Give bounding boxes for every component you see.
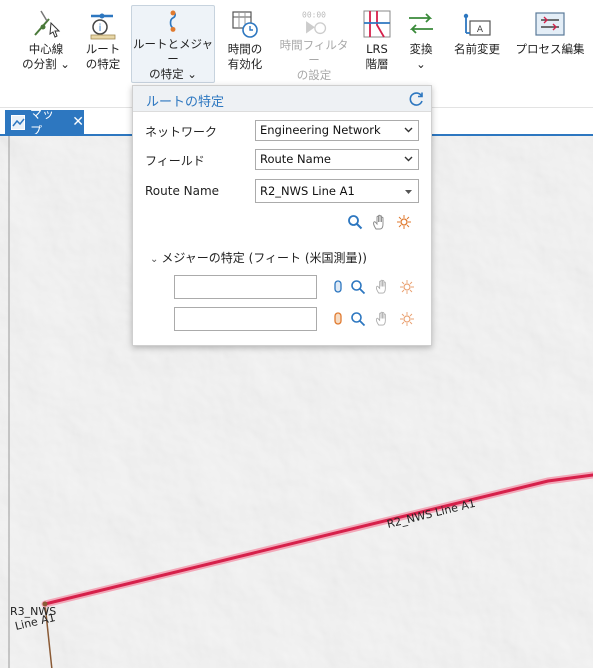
svg-text:i: i (99, 23, 102, 34)
measure-section-header[interactable]: ⌄ メジャーの特定 (フィート (米国測量)) (150, 249, 367, 266)
zoom-to-from-icon[interactable] (350, 279, 366, 295)
field-select-value: Route Name (260, 152, 331, 166)
time-filter-button[interactable]: 00:00 時間フィルター の設定 (276, 5, 352, 83)
route-name-value: R2_NWS Line A1 (260, 184, 355, 198)
enable-time-button[interactable]: 時間の 有効化 (221, 5, 269, 83)
flash-icon[interactable] (399, 279, 415, 295)
identify-route-measure-icon (169, 10, 176, 32)
map-icon (11, 114, 25, 130)
chevron-down-icon (404, 127, 413, 133)
identify-route-icon: i (90, 13, 116, 40)
zoom-to-route-icon[interactable] (347, 214, 363, 230)
network-select[interactable]: Engineering Network (255, 120, 419, 141)
identify-route-button[interactable]: i ルート の特定 (80, 5, 126, 83)
flash-icon[interactable] (396, 214, 412, 230)
lrs-hierarchy-icon (363, 10, 391, 38)
split-centerline-button[interactable]: 中心線 の分割 ⌄ (20, 5, 72, 83)
time-filter-label: 時間フィルター の設定 (279, 38, 349, 82)
convert-icon (409, 13, 433, 34)
to-point-pin-icon[interactable] (331, 311, 345, 327)
flash-icon[interactable] (399, 311, 415, 327)
zoom-to-to-icon[interactable] (350, 311, 366, 327)
dropdown-triangle-icon (405, 190, 412, 194)
process-edit-label: プロセス編集 (515, 42, 585, 56)
split-centerline-label: 中心線 の分割 ⌄ (22, 42, 70, 71)
route-name-label: Route Name (145, 184, 220, 198)
process-edit-button[interactable]: プロセス編集 (513, 5, 587, 83)
enable-time-label: 時間の 有効化 (227, 42, 263, 71)
field-select[interactable]: Route Name (255, 149, 419, 170)
svg-text:A: A (477, 25, 484, 35)
close-icon[interactable]: ✕ (72, 115, 84, 129)
field-label: フィールド (145, 154, 205, 168)
pan-hand-icon[interactable] (371, 213, 389, 231)
identify-route-label: ルート の特定 (85, 42, 121, 71)
lrs-hierarchy-button[interactable]: LRS 階層 (358, 5, 396, 83)
panel-title: ルートの特定 (146, 95, 225, 110)
pan-hand-icon[interactable] (374, 278, 391, 295)
rename-button[interactable]: A 名前変更 (448, 5, 506, 83)
process-edit-icon (535, 12, 565, 36)
rename-icon: A (463, 13, 491, 36)
split-centerline-icon (34, 10, 61, 38)
pan-hand-icon[interactable] (374, 310, 391, 327)
identify-route-measure-button[interactable]: ルートとメジャー の特定 ⌄ (131, 5, 215, 83)
rename-label: 名前変更 (454, 42, 500, 56)
refresh-icon[interactable] (407, 90, 425, 108)
time-filter-icon: 00:00 (302, 11, 326, 35)
map-tab[interactable]: マップ ✕ (5, 107, 84, 138)
svg-text:00:00: 00:00 (302, 11, 326, 20)
to-measure-input[interactable] (174, 307, 317, 331)
identify-route-measure-label: ルートとメジャー の特定 ⌄ (133, 37, 213, 81)
network-select-value: Engineering Network (260, 123, 381, 137)
convert-label: 変換 ⌄ (409, 42, 433, 71)
chevron-down-icon: ⌄ (150, 254, 159, 265)
convert-button[interactable]: 変換 ⌄ (402, 5, 440, 83)
network-label: ネットワーク (145, 125, 218, 139)
lrs-hierarchy-label: LRS 階層 (365, 42, 389, 71)
panel-header: ルートの特定 (133, 86, 431, 112)
identify-route-panel: ルートの特定 ネットワーク Engineering Network フィールド … (132, 85, 432, 346)
chevron-down-icon (404, 156, 413, 162)
from-measure-input[interactable] (174, 275, 317, 299)
route-name-combobox[interactable]: R2_NWS Line A1 (255, 179, 419, 203)
measure-section-title: メジャーの特定 (フィート (米国測量)) (161, 251, 367, 265)
enable-time-icon (232, 11, 258, 38)
from-point-pin-icon[interactable] (331, 279, 345, 295)
